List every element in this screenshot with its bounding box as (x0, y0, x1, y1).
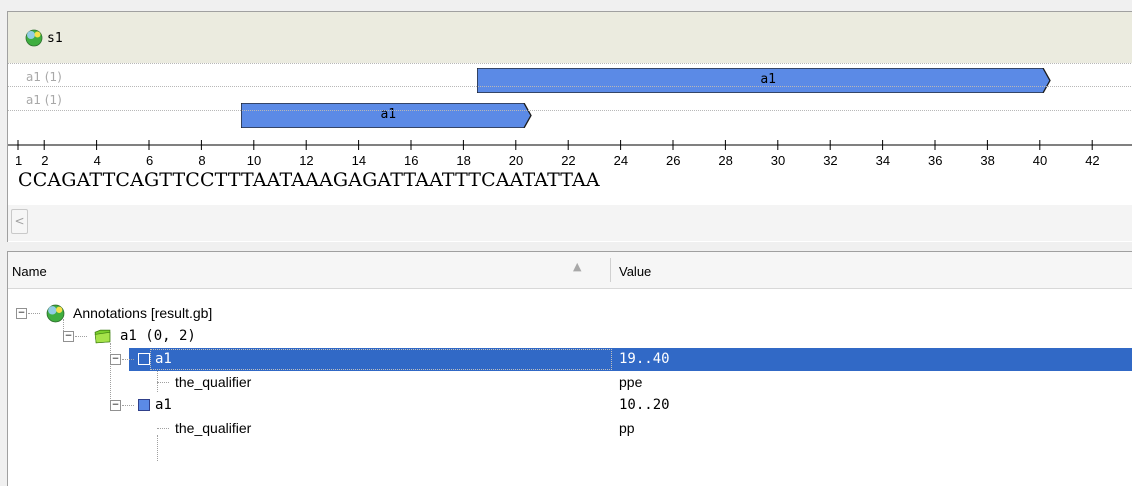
ruler-tick-label: 24 (613, 153, 629, 168)
tree-item-value: 10..20 (619, 397, 670, 413)
annotation-bar[interactable]: a1 (476, 68, 1060, 93)
track-name: a1 (1) (26, 70, 62, 84)
ruler-tick-label: 38 (980, 153, 995, 168)
tree-row-annotation-a1-second[interactable]: − a1 10..20 (8, 394, 1132, 417)
ruler-tick-label: 10 (246, 153, 262, 168)
ruler-tick-label: 16 (404, 153, 419, 168)
folder-icon (94, 329, 111, 344)
ruler-ticks (8, 140, 1132, 150)
sequence-header[interactable]: s1 (8, 12, 1132, 63)
track-name: a1 (1) (26, 93, 62, 107)
column-divider[interactable] (610, 258, 611, 282)
annotations-globe-icon (46, 304, 65, 323)
chevron-left-icon: < (14, 214, 25, 228)
tree-row-annotation-group[interactable]: − a1 (0, 2) (8, 325, 1132, 348)
ruler-tick-label: 28 (718, 153, 733, 168)
annotations-tree[interactable]: Name ▲ Value − Annotations [result.gb] −… (7, 251, 1132, 486)
ruler-tick-label: 14 (351, 153, 367, 168)
sort-ascending-icon: ▲ (573, 260, 582, 273)
annotation-label: a1 (760, 72, 777, 87)
qualifier-value: ppe (619, 374, 643, 390)
collapse-item-icon[interactable]: − (110, 354, 121, 365)
tree-header: Name ▲ Value (8, 252, 1132, 289)
scroll-left-button[interactable]: < (11, 209, 28, 234)
column-header-value[interactable]: Value (619, 264, 651, 279)
track-divider (8, 110, 1132, 111)
ruler-tick-label: 40 (1032, 153, 1048, 168)
tree-connector (122, 405, 134, 406)
qualifier-name: the_qualifier (175, 420, 252, 436)
tree-item-label: a1 (155, 397, 172, 413)
tree-root-label: Annotations [result.gb] (73, 305, 213, 321)
tree-connector (28, 313, 40, 314)
ruler-tick-label: 42 (1085, 153, 1100, 168)
annotation-bar[interactable]: a1 (240, 103, 536, 128)
ruler-tick-label: 26 (666, 153, 681, 168)
track-divider (8, 63, 1132, 64)
qualifier-name: the_qualifier (175, 374, 252, 390)
focus-rectangle (150, 349, 612, 370)
tree-row-annotations-root[interactable]: − Annotations [result.gb] (8, 302, 1132, 325)
ruler-tick-label: 18 (456, 153, 471, 168)
collapse-item-icon[interactable]: − (110, 400, 121, 411)
ruler-tick-label: 12 (299, 153, 314, 168)
ruler-tick-label: 36 (928, 153, 943, 168)
sequence-view[interactable]: s1 a1 (1) a1 a1 (1) a1 1 2 4 6 8 10 12 14 16 18 20… (7, 11, 1132, 242)
ruler-tick-label: 34 (875, 153, 891, 168)
tree-row-annotation-a1-first[interactable]: − a1 19..40 (8, 348, 1132, 371)
tree-connector (122, 359, 134, 360)
ruler-tick-label: 8 (198, 153, 206, 168)
tree-connector (157, 382, 169, 383)
sequence-globe-icon (25, 29, 43, 47)
sequence-bases[interactable]: CCAGATTCAGTTCCTTTAATAAAGAGATTAATTTCAATAT… (18, 169, 600, 191)
column-header-name[interactable]: Name (12, 264, 47, 279)
ruler-tick-label: 1 (15, 153, 23, 168)
tree-group-label: a1 (0, 2) (120, 328, 196, 344)
tree-connector (75, 336, 87, 337)
annotation-square-icon (138, 353, 150, 365)
track-divider (8, 86, 1132, 87)
ruler-tick-label: 22 (561, 153, 576, 168)
horizontal-scrollbar[interactable]: < (8, 205, 1132, 241)
sequence-name: s1 (47, 31, 63, 46)
collapse-group-icon[interactable]: − (63, 331, 74, 342)
ruler-tick-label: 32 (823, 153, 838, 168)
tree-item-value: 19..40 (619, 351, 670, 367)
tree-row-qualifier[interactable]: the_qualifier pp (8, 417, 1132, 440)
collapse-root-icon[interactable]: − (16, 308, 27, 319)
tree-row-qualifier[interactable]: the_qualifier ppe (8, 371, 1132, 394)
tree-connector (157, 428, 169, 429)
ruler-tick-label: 30 (770, 153, 786, 168)
qualifier-value: pp (619, 420, 635, 436)
annotation-square-icon (138, 399, 150, 411)
ruler-tick-label: 2 (41, 153, 49, 168)
ruler-tick-label: 6 (146, 153, 154, 168)
tree-item-label: a1 (155, 351, 172, 367)
ruler-tick-label: 4 (93, 153, 101, 168)
ruler-tick-label: 20 (508, 153, 524, 168)
